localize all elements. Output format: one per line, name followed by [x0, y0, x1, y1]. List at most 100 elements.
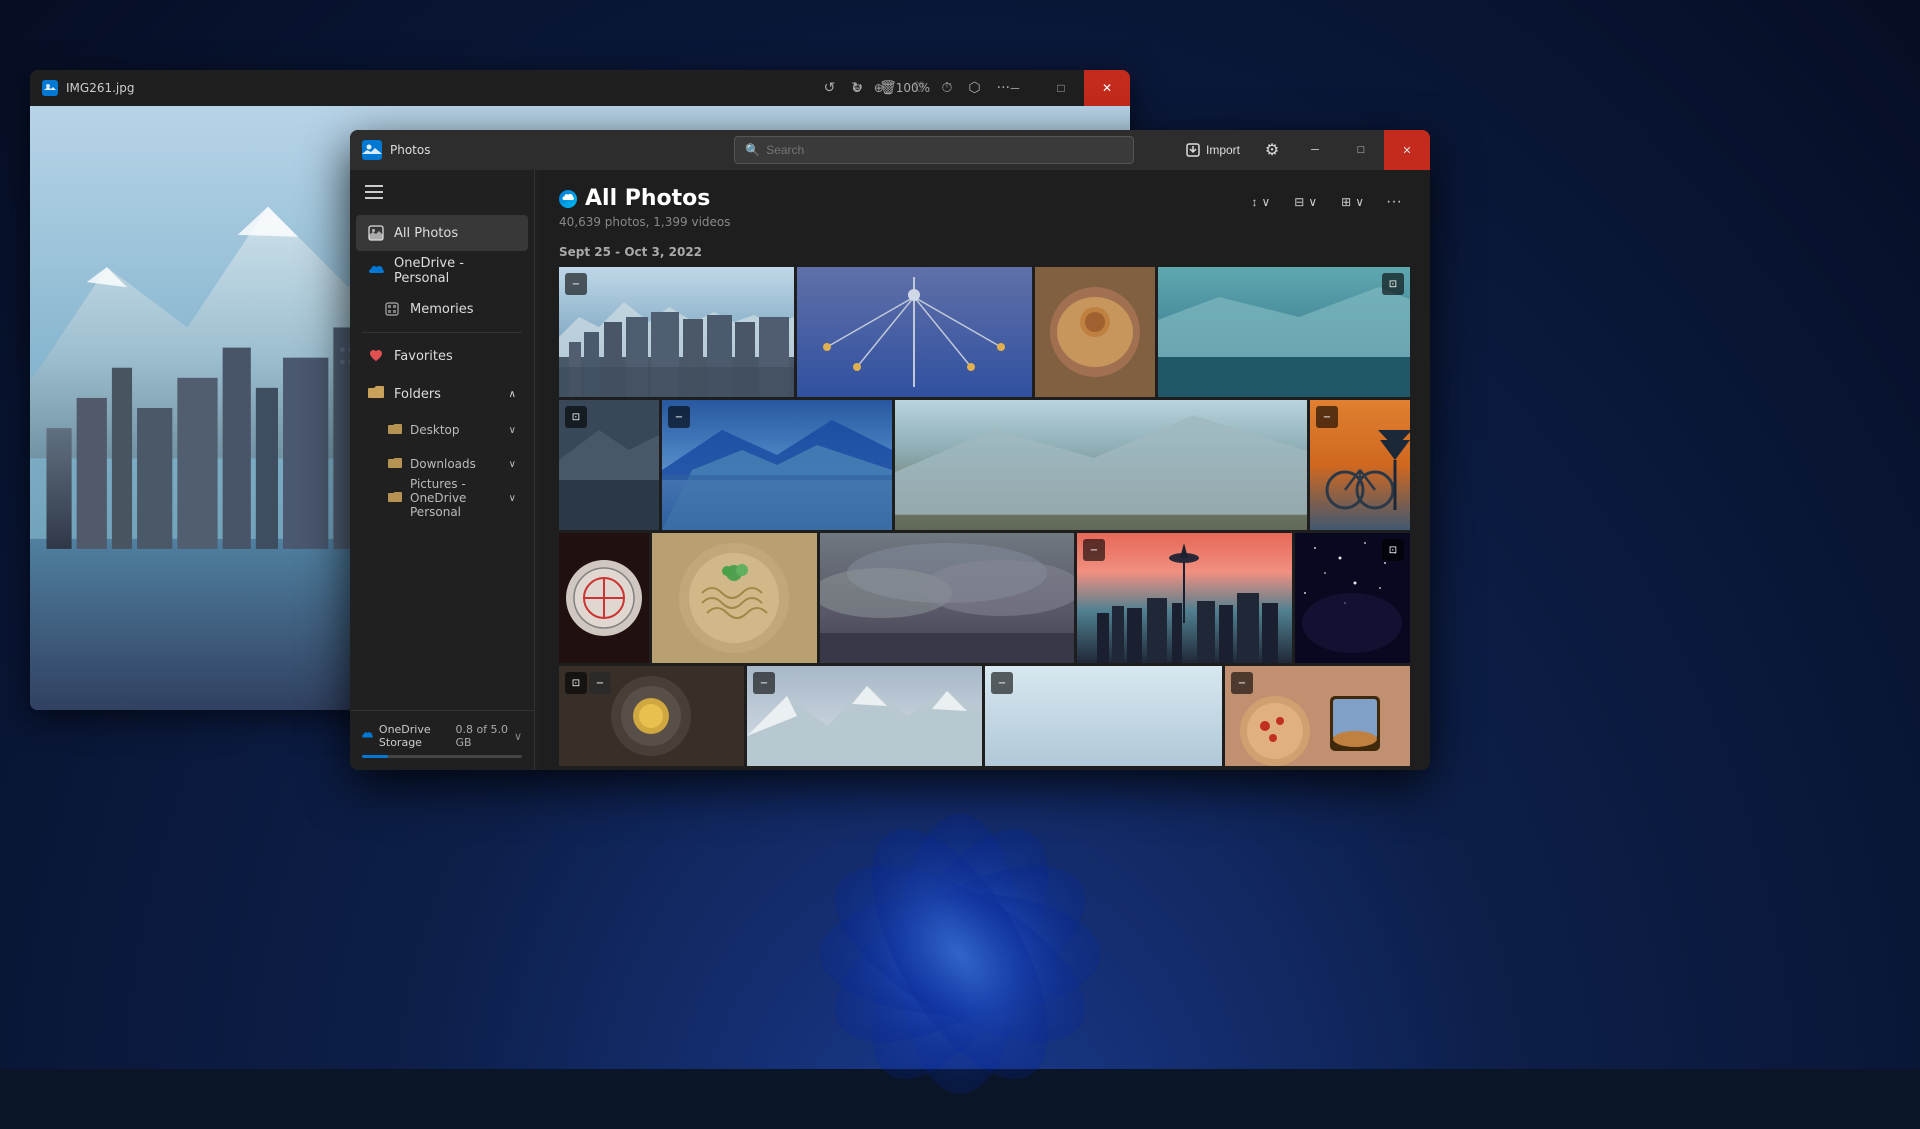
- bg-photo-titlebar: IMG261.jpg ↺ ↻ 🗑 ♡ ⏱ ⬡ ··· ⊖ ⊕ 100% ─ □ …: [30, 70, 1130, 106]
- storage-bar-fill: [362, 755, 388, 758]
- photo-amusement[interactable]: [797, 267, 1032, 397]
- all-photos-icon: [368, 225, 384, 241]
- photo-food1[interactable]: [1035, 267, 1155, 397]
- view-button[interactable]: ⊞ ∨: [1331, 186, 1374, 218]
- sort-chevron-icon: ∨: [1261, 195, 1270, 209]
- sidebar-item-favorites[interactable]: Favorites: [356, 338, 528, 374]
- photo-badge-14: ⊡: [565, 672, 587, 694]
- photo-skyline[interactable]: −: [1077, 533, 1292, 663]
- content-header: All Photos 40,639 photos, 1,399 videos ↕…: [559, 186, 1410, 229]
- folders-label: Folders: [394, 387, 441, 402]
- photo-row-1: −: [559, 267, 1410, 397]
- photo-pasta[interactable]: [652, 533, 817, 663]
- photos-minimize-button[interactable]: ─: [1292, 130, 1338, 170]
- onedrive-storage-section: OneDrive Storage 0.8 of 5.0 GB ∨: [362, 723, 522, 749]
- hamburger-icon: [365, 185, 383, 199]
- photo-lake[interactable]: −: [662, 400, 892, 530]
- sort-button[interactable]: ↕ ∨: [1241, 186, 1280, 218]
- photo-badge-15: −: [753, 672, 775, 694]
- sidebar-item-downloads[interactable]: Downloads ∨: [356, 448, 528, 480]
- sort-icon: ↕: [1251, 195, 1257, 209]
- bg-minimize-button[interactable]: ─: [992, 70, 1038, 106]
- photo-badge-17: −: [1231, 672, 1253, 694]
- import-label: Import: [1206, 143, 1240, 157]
- sidebar-footer: OneDrive Storage 0.8 of 5.0 GB ∨: [350, 710, 534, 770]
- memories-icon: [384, 301, 400, 317]
- sidebar-item-desktop[interactable]: Desktop ∨: [356, 414, 528, 446]
- photos-body: All Photos OneDrive - Personal: [350, 170, 1430, 770]
- photo-row-3: −: [559, 533, 1410, 663]
- photos-close-button[interactable]: ✕: [1384, 130, 1430, 170]
- content-toolbar: ↕ ∨ ⊟ ∨ ⊞ ∨ ···: [1241, 186, 1410, 218]
- sidebar: All Photos OneDrive - Personal: [350, 170, 535, 770]
- rotate-left-icon[interactable]: ↺: [824, 80, 836, 96]
- storage-value: 0.8 of 5.0 GB: [455, 723, 509, 749]
- photos-app-logo: [362, 140, 382, 160]
- sidebar-item-onedrive[interactable]: OneDrive - Personal: [356, 253, 528, 289]
- onedrive-storage-icon: [362, 731, 373, 741]
- onedrive-icon: [368, 263, 384, 279]
- photo-pizza[interactable]: −: [1225, 666, 1410, 766]
- bg-close-button[interactable]: ✕: [1084, 70, 1130, 106]
- view-icon: ⊞: [1341, 195, 1351, 209]
- page-subtitle: 40,639 photos, 1,399 videos: [559, 215, 731, 229]
- favorites-label: Favorites: [394, 349, 453, 364]
- page-title: All Photos: [585, 186, 710, 211]
- share-icon[interactable]: ⬡: [968, 80, 980, 96]
- pictures-label: Pictures - OneDrive Personal: [410, 477, 499, 519]
- photo-plate[interactable]: [559, 533, 649, 663]
- photo-badge-12: −: [1083, 539, 1105, 561]
- photos-maximize-button[interactable]: □: [1338, 130, 1384, 170]
- all-photos-label: All Photos: [394, 226, 458, 241]
- pictures-item-left: Pictures - OneDrive Personal: [388, 477, 499, 519]
- settings-button[interactable]: ⚙: [1252, 130, 1292, 170]
- hamburger-menu-button[interactable]: [354, 174, 394, 210]
- sidebar-folders-header[interactable]: Folders ∧: [356, 376, 528, 412]
- storage-label: OneDrive Storage: [362, 723, 455, 749]
- photo-space[interactable]: ⊡: [1295, 533, 1410, 663]
- photo-badge-6: −: [668, 406, 690, 428]
- photos-app-title: Photos: [390, 143, 430, 157]
- photo-city[interactable]: −: [559, 267, 794, 397]
- photos-window-controls[interactable]: ─ □ ✕: [1292, 130, 1430, 170]
- photo-snow-mtns[interactable]: −: [747, 666, 982, 766]
- storage-bar: [362, 755, 522, 758]
- photo-water[interactable]: ⊡: [559, 400, 659, 530]
- photo-sushi[interactable]: ⊡ −: [559, 666, 744, 766]
- desktop-label: Desktop: [410, 423, 460, 437]
- import-button[interactable]: Import: [1174, 130, 1252, 170]
- desktop-item-left: Desktop: [388, 423, 460, 438]
- sidebar-item-memories[interactable]: Memories: [356, 291, 528, 327]
- photo-badge-8: −: [1316, 406, 1338, 428]
- photos-titlebar-right: Import ⚙ ─ □ ✕: [1174, 130, 1430, 170]
- pictures-folder-icon: [388, 491, 402, 506]
- downloads-item-left: Downloads: [388, 457, 476, 472]
- photos-app-window: Photos 🔍 Import ⚙ ─ □ ✕: [350, 130, 1430, 770]
- folders-icon: [368, 385, 384, 403]
- filter-icon: ⊟: [1294, 195, 1304, 209]
- folders-section-left: Folders: [368, 385, 441, 403]
- photo-overcast[interactable]: [820, 533, 1074, 663]
- search-input[interactable]: [766, 143, 1123, 157]
- photo-bikes[interactable]: −: [1310, 400, 1410, 530]
- main-content: All Photos 40,639 photos, 1,399 videos ↕…: [539, 170, 1430, 770]
- more-options-button[interactable]: ···: [1378, 186, 1410, 218]
- photo-badge-13: ⊡: [1382, 539, 1404, 561]
- onedrive-label: OneDrive - Personal: [394, 256, 516, 286]
- photo-train[interactable]: ⊡: [1158, 267, 1410, 397]
- bg-window-controls[interactable]: ─ □ ✕: [992, 70, 1130, 106]
- photos-titlebar: Photos 🔍 Import ⚙ ─ □ ✕: [350, 130, 1430, 170]
- photo-landscape[interactable]: [895, 400, 1307, 530]
- sidebar-item-pictures[interactable]: Pictures - OneDrive Personal ∨: [356, 482, 528, 514]
- bg-maximize-button[interactable]: □: [1038, 70, 1084, 106]
- info-icon[interactable]: ⏱: [941, 80, 952, 96]
- photos-search-bar[interactable]: 🔍: [734, 136, 1134, 164]
- storage-chevron-icon[interactable]: ∨: [514, 730, 522, 743]
- sidebar-item-all-photos[interactable]: All Photos: [356, 215, 528, 251]
- photo-badge-5: ⊡: [565, 406, 587, 428]
- windows-bloom-icon: [785, 779, 1135, 1129]
- photo-white-scene[interactable]: −: [985, 666, 1222, 766]
- date-range-label: Sept 25 - Oct 3, 2022: [559, 245, 1410, 259]
- page-title-row: All Photos: [559, 186, 731, 211]
- filter-button[interactable]: ⊟ ∨: [1284, 186, 1327, 218]
